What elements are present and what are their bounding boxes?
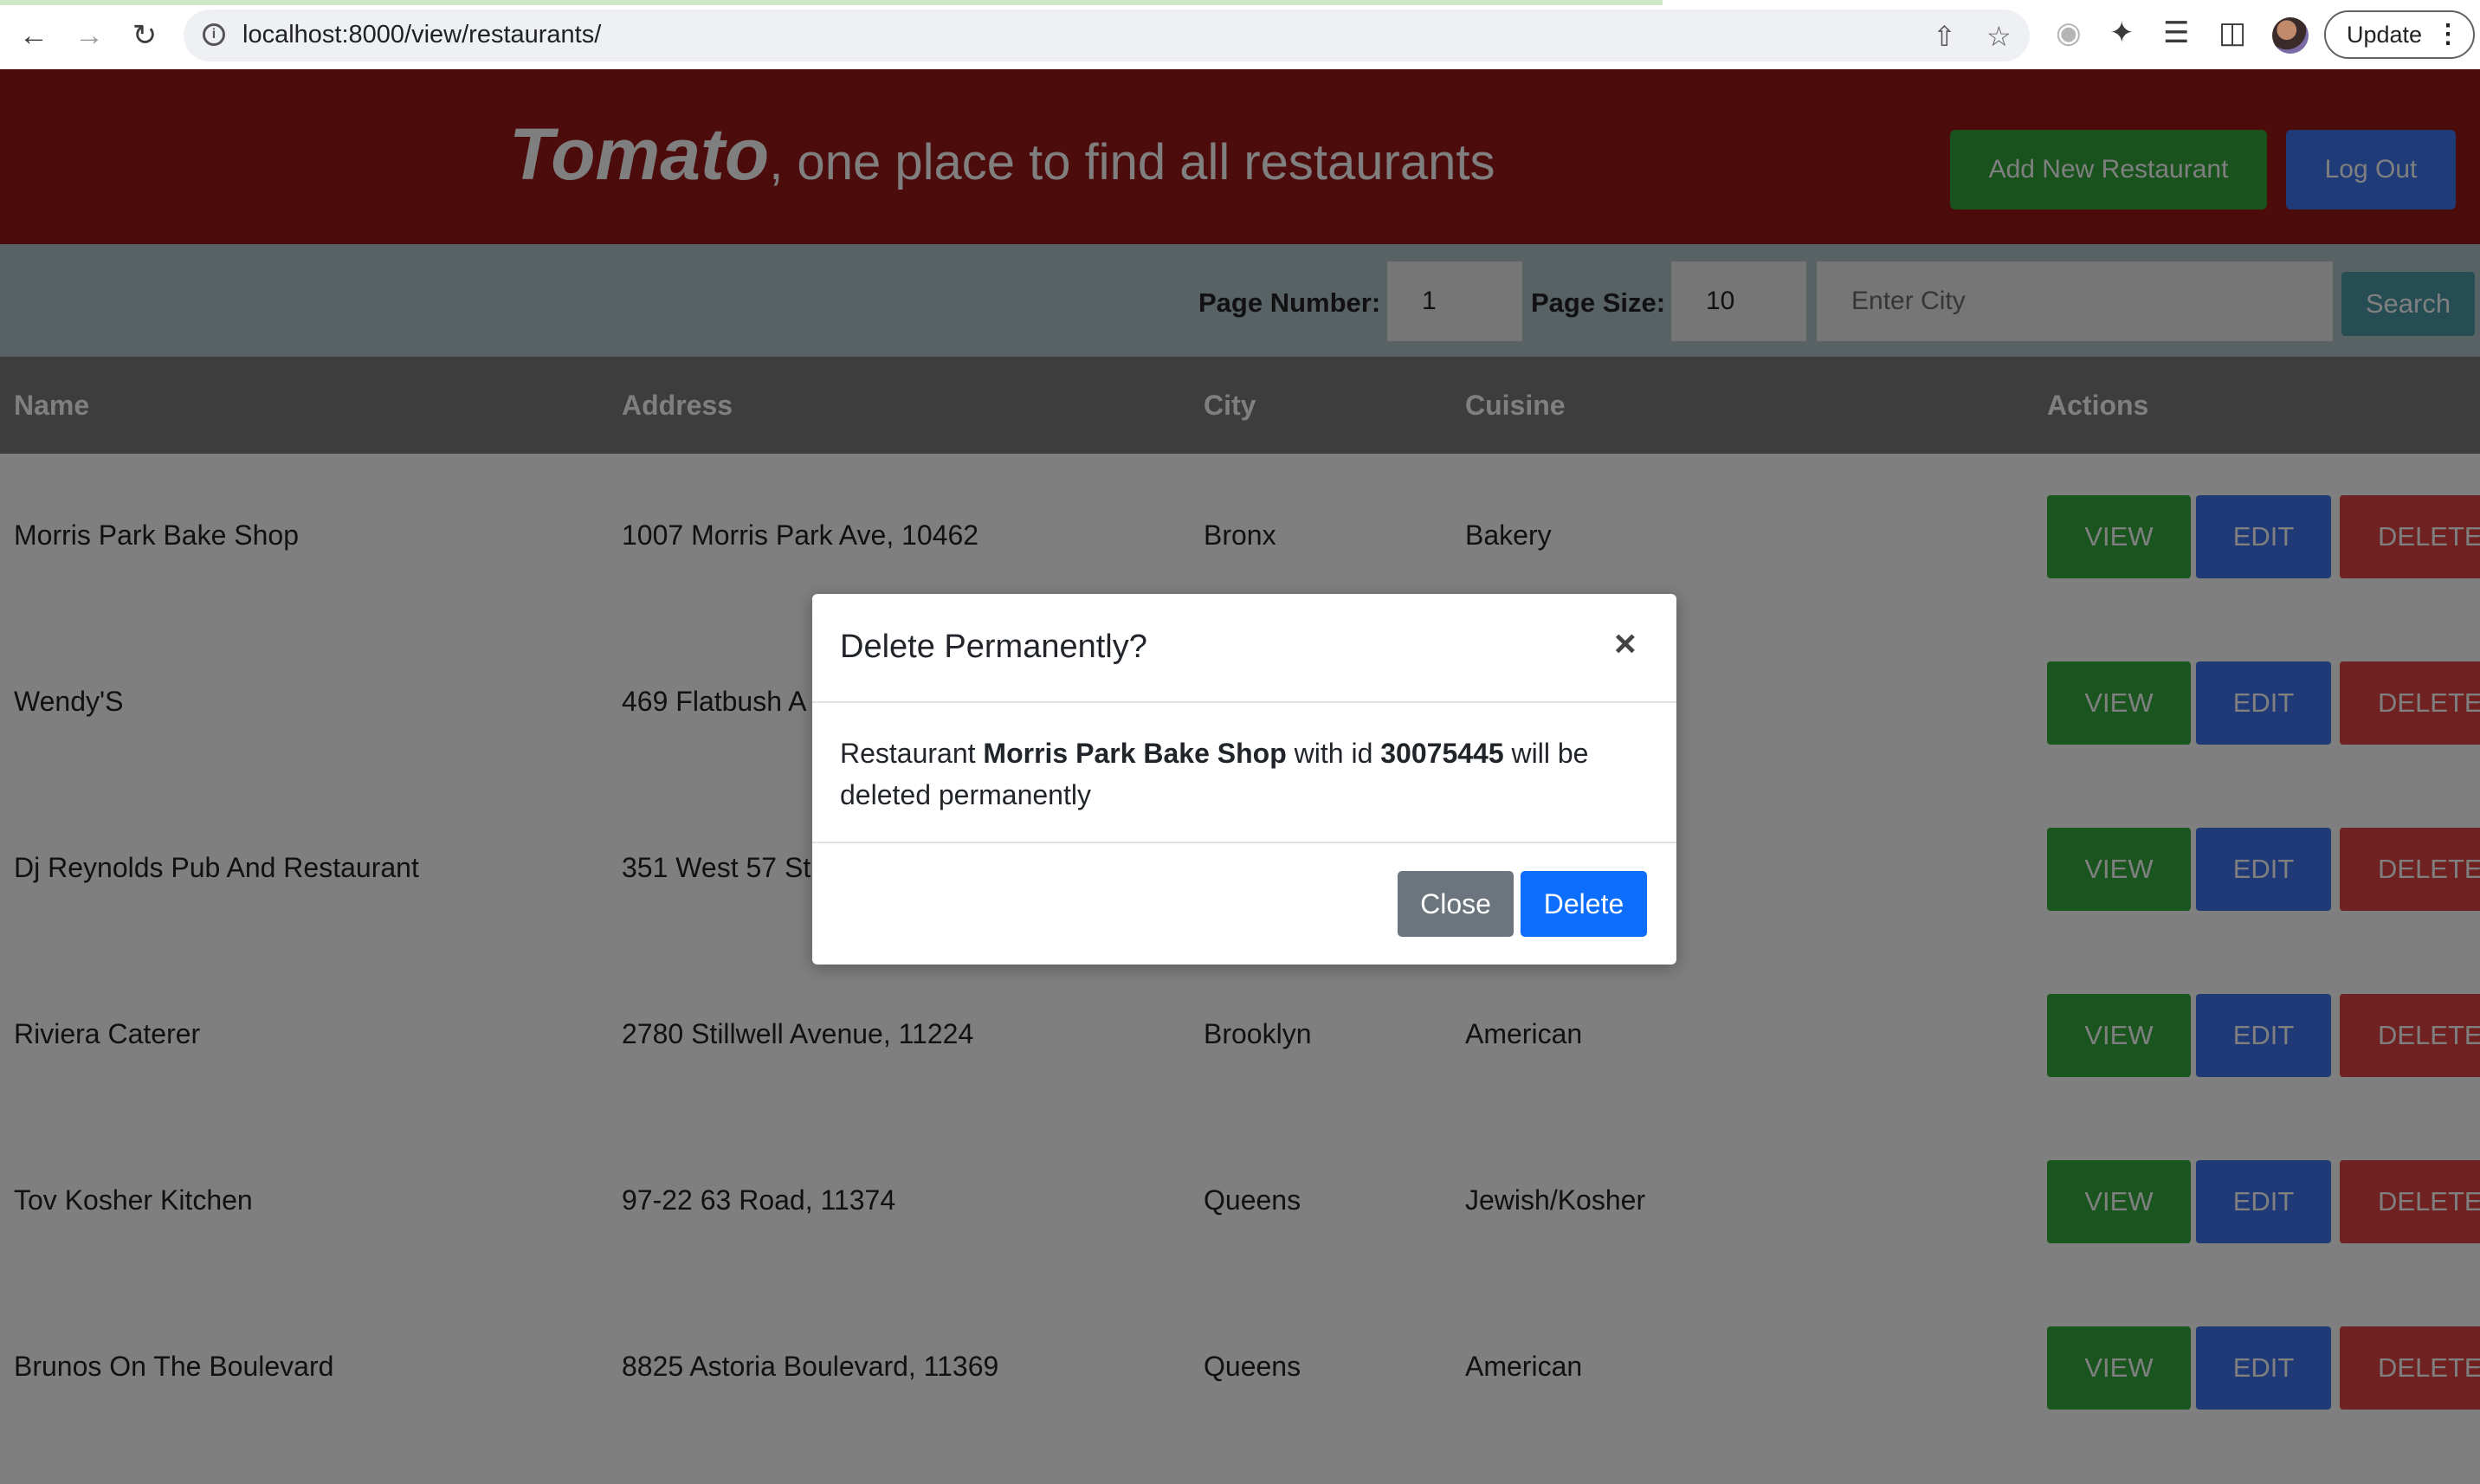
restaurant-id: 30075445 — [1380, 738, 1504, 769]
confirm-delete-button[interactable]: Delete — [1521, 871, 1647, 937]
url-text[interactable]: localhost:8000/view/restaurants/ — [242, 21, 601, 49]
restaurant-name: Morris Park Bake Shop — [983, 738, 1287, 769]
site-info-icon[interactable]: i — [203, 23, 225, 46]
share-icon[interactable]: ⇧ — [1933, 20, 1956, 53]
browser-toolbar: ← → ↻ i localhost:8000/view/restaurants/… — [0, 0, 2480, 69]
update-button[interactable]: Update ⋮ — [2324, 10, 2475, 59]
dialog-header-divider — [812, 701, 1676, 703]
message-middle: with id — [1286, 738, 1381, 769]
update-label: Update — [2347, 22, 2423, 48]
delete-confirmation-dialog: Delete Permanently? × Restaurant Morris … — [812, 594, 1676, 965]
extensions-puzzle-icon[interactable]: ✦ — [2109, 16, 2134, 50]
close-button[interactable]: Close — [1398, 871, 1514, 937]
extension-icon[interactable]: ◉ — [2056, 16, 2082, 50]
profile-avatar[interactable] — [2272, 17, 2309, 54]
side-panel-icon[interactable]: ◫ — [2218, 16, 2246, 50]
page-load-progress — [0, 0, 1663, 5]
address-bar[interactable]: i localhost:8000/view/restaurants/ ⇧ ☆ — [184, 10, 2030, 61]
dialog-title: Delete Permanently? — [840, 629, 1147, 665]
bookmark-star-icon[interactable]: ☆ — [1986, 20, 2012, 53]
dialog-message: Restaurant Morris Park Bake Shop with id… — [840, 732, 1645, 816]
dialog-footer-divider — [812, 842, 1676, 843]
media-queue-icon[interactable]: ☰ — [2163, 16, 2189, 50]
reload-icon[interactable]: ↻ — [128, 19, 161, 52]
close-icon[interactable]: × — [1614, 625, 1637, 663]
forward-icon[interactable]: → — [73, 19, 106, 52]
back-icon[interactable]: ← — [17, 19, 50, 52]
message-prefix: Restaurant — [840, 738, 984, 769]
more-menu-icon[interactable]: ⋮ — [2435, 12, 2461, 57]
